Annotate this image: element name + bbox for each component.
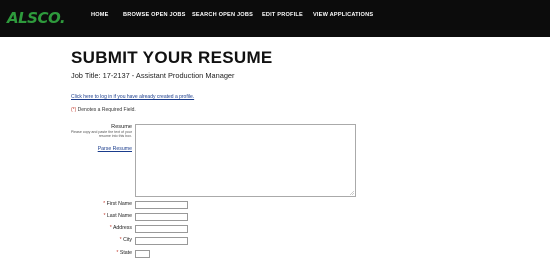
alsco-logo[interactable]: ALSCO. bbox=[7, 9, 66, 27]
nav-browse-open-jobs[interactable]: BROWSE OPEN JOBS bbox=[123, 12, 186, 18]
parse-resume-link[interactable]: Parse Resume bbox=[98, 146, 132, 152]
state-field[interactable] bbox=[135, 250, 150, 258]
last-name-label: * Last Name bbox=[103, 213, 132, 219]
resume-help-text: Please copy and paste the text of your r… bbox=[70, 130, 132, 139]
required-note: (*) Denotes a Required Field. bbox=[71, 107, 136, 113]
nav-view-applications[interactable]: VIEW APPLICATIONS bbox=[313, 12, 373, 18]
nav-home[interactable]: HOME bbox=[91, 12, 109, 18]
logo-text: ALSCO bbox=[7, 9, 60, 27]
address-field[interactable] bbox=[135, 225, 188, 233]
city-field[interactable] bbox=[135, 237, 188, 245]
nav-search-open-jobs[interactable]: SEARCH OPEN JOBS bbox=[192, 12, 253, 18]
last-name-field[interactable] bbox=[135, 213, 188, 221]
address-label-text: Address bbox=[111, 225, 132, 231]
login-link[interactable]: Click here to log in if you have already… bbox=[71, 94, 194, 100]
state-label-text: State bbox=[118, 250, 132, 256]
state-label: * State bbox=[116, 250, 132, 256]
first-name-label: * First Name bbox=[103, 201, 132, 207]
city-label-text: City bbox=[121, 237, 132, 243]
top-navigation-bar: ALSCO. HOME BROWSE OPEN JOBS SEARCH OPEN… bbox=[0, 0, 550, 37]
page-title: SUBMIT YOUR RESUME bbox=[71, 48, 273, 67]
address-label: * Address bbox=[110, 225, 132, 231]
first-name-field[interactable] bbox=[135, 201, 188, 209]
resize-grip-icon[interactable] bbox=[350, 191, 354, 195]
logo-dot: . bbox=[59, 9, 66, 27]
city-label: * City bbox=[120, 237, 132, 243]
required-note-text: Denotes a Required Field. bbox=[76, 107, 136, 113]
resume-textarea[interactable] bbox=[135, 124, 356, 197]
nav-edit-profile[interactable]: EDIT PROFILE bbox=[262, 12, 303, 18]
first-name-label-text: First Name bbox=[105, 201, 132, 207]
job-title: Job Title: 17-2137 - Assistant Productio… bbox=[71, 71, 235, 80]
last-name-label-text: Last Name bbox=[105, 213, 132, 219]
